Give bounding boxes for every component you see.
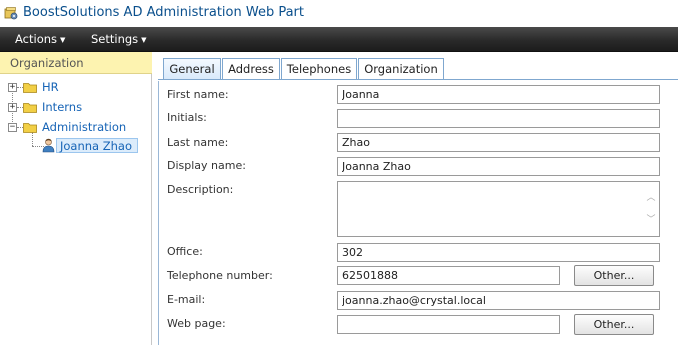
tab-label: Address <box>228 62 274 76</box>
web-page-other-button[interactable]: Other... <box>574 314 654 335</box>
collapse-icon[interactable]: − <box>8 122 17 132</box>
tab-address[interactable]: Address <box>222 58 280 79</box>
web-page-field[interactable] <box>337 315 560 334</box>
menu-bar: Actions ▼ Settings ▼ <box>0 27 678 52</box>
telephone-other-button[interactable]: Other... <box>574 265 654 286</box>
other-button-label: Other... <box>593 269 635 282</box>
selected-user-highlight[interactable]: Joanna Zhao <box>56 138 138 153</box>
tab-label: General <box>169 62 215 76</box>
last-name-label: Last name: <box>167 136 229 149</box>
expand-icon[interactable]: + <box>8 82 17 92</box>
office-field[interactable] <box>337 243 660 262</box>
tree-item-interns[interactable]: + Interns <box>0 100 140 116</box>
description-label: Description: <box>167 183 234 196</box>
actions-menu-label: Actions <box>15 32 58 46</box>
folder-open-icon <box>23 123 37 133</box>
scroll-up-icon[interactable]: ︿ <box>646 190 656 203</box>
organization-panel: Organization + HR + Interns − Administra… <box>0 52 152 345</box>
tab-general[interactable]: General <box>163 58 221 79</box>
email-label: E-mail: <box>167 293 206 306</box>
tree-item-label[interactable]: Interns <box>42 100 82 114</box>
folder-icon <box>23 103 37 113</box>
tab-organization[interactable]: Organization <box>358 58 444 79</box>
first-name-label: First name: <box>167 88 229 101</box>
tab-telephones[interactable]: Telephones <box>281 58 357 79</box>
telephone-label: Telephone number: <box>167 269 273 282</box>
folder-icon <box>23 83 37 93</box>
email-field[interactable] <box>337 291 660 310</box>
initials-label: Initials: <box>167 111 207 124</box>
tree-item-hr[interactable]: + HR <box>0 80 140 96</box>
web-page-label: Web page: <box>167 317 226 330</box>
tree-item-user[interactable]: Joanna Zhao <box>40 138 138 154</box>
tree-item-administration[interactable]: − Administration <box>0 120 140 136</box>
display-name-field[interactable] <box>337 157 660 176</box>
chevron-down-icon: ▼ <box>141 36 147 44</box>
app-settings-icon <box>4 6 18 20</box>
tab-label: Organization <box>364 62 438 76</box>
title-bar: BoostSolutions AD Administration Web Par… <box>0 0 678 26</box>
office-label: Office: <box>167 245 203 258</box>
general-form: First name: Initials: Last name: Display… <box>158 81 678 345</box>
initials-field[interactable] <box>337 109 660 128</box>
last-name-field[interactable] <box>337 133 660 152</box>
organization-header: Organization <box>0 52 152 74</box>
tree-item-label[interactable]: HR <box>42 80 59 94</box>
description-scrollbar[interactable]: ︿ ﹀ <box>643 182 659 236</box>
description-textarea[interactable]: ︿ ﹀ <box>337 181 660 237</box>
other-button-label: Other... <box>593 318 635 331</box>
organization-header-label: Organization <box>10 56 84 70</box>
expand-icon[interactable]: + <box>8 102 17 112</box>
first-name-field[interactable] <box>337 85 660 104</box>
selected-user-label[interactable]: Joanna Zhao <box>60 139 132 153</box>
settings-menu-label: Settings <box>91 32 139 46</box>
telephone-field[interactable] <box>337 266 560 285</box>
scroll-down-icon[interactable]: ﹀ <box>646 212 656 225</box>
tree-item-label[interactable]: Administration <box>42 120 126 134</box>
tab-label: Telephones <box>286 62 352 76</box>
display-name-label: Display name: <box>167 159 246 172</box>
user-icon <box>42 138 55 153</box>
details-panel: General Address Telephones Organization … <box>158 52 678 345</box>
page-title: BoostSolutions AD Administration Web Par… <box>23 5 304 20</box>
chevron-down-icon: ▼ <box>60 36 66 44</box>
actions-menu[interactable]: Actions ▼ <box>15 32 65 46</box>
settings-menu[interactable]: Settings ▼ <box>91 32 147 46</box>
